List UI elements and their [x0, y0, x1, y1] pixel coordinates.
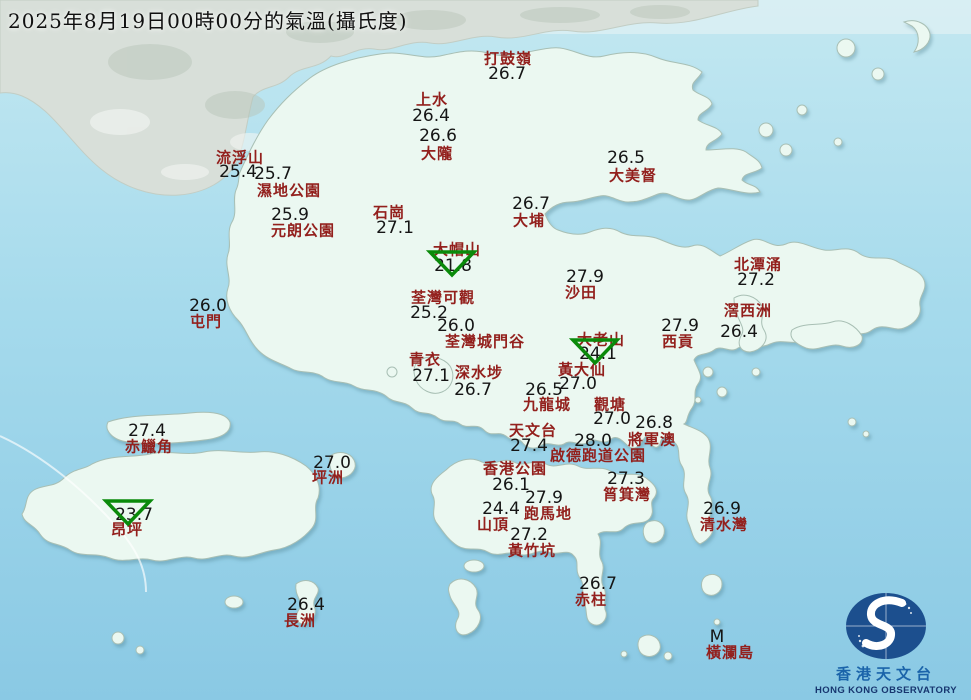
observatory-logo-icon: [844, 590, 928, 662]
logo-english-name: HONG KONG OBSERVATORY: [811, 685, 961, 696]
logo-chinese-name: 香港天文台: [811, 663, 961, 684]
record-low-marker: [569, 334, 621, 370]
temperature-map-screen: 2025年8月19日00時00分的氣溫(攝氏度) 打鼓嶺26.7上水26.4大隴…: [0, 0, 971, 700]
record-low-marker: [102, 495, 154, 531]
observatory-logo: 香港天文台 HONG KONG OBSERVATORY: [811, 590, 961, 696]
record-low-marker: [426, 246, 478, 282]
